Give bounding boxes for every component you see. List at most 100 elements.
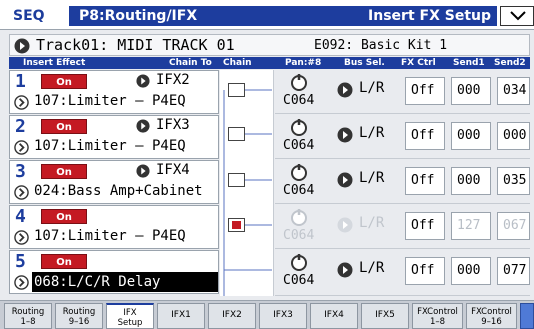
fx-ctrl-field[interactable]: Off [405,167,445,195]
pan-knob-icon[interactable] [290,253,308,271]
send2-field[interactable]: 000 [497,122,530,150]
send1-field[interactable]: 000 [451,122,491,150]
send1-field[interactable]: 000 [451,77,491,105]
popup-arrow-icon [14,185,29,200]
bus-select[interactable]: L/R [359,125,384,141]
tab-ifx5[interactable]: IFX5 [361,303,409,329]
tab-ifx4[interactable]: IFX4 [310,303,358,329]
popup-arrow-icon [136,74,150,88]
popup-arrow-icon [337,82,353,98]
pan-value[interactable]: C064 [283,93,314,108]
ifx-on-button[interactable]: On [41,74,87,89]
ifx-on-button[interactable]: On [41,209,87,224]
tab-fxcontrol-1-8[interactable]: FXControl 1–8 [412,303,463,329]
chain-toggle-1[interactable] [228,83,245,97]
tab-ifx2[interactable]: IFX2 [208,303,256,329]
tab-routing-9-16[interactable]: Routing 9–16 [55,303,103,329]
ifx-params-row-5: C064 L/R Off 000 077 [275,250,530,296]
bus-select[interactable]: L/R [359,170,384,186]
section-title: Insert FX Setup [368,8,491,24]
ifx-on-button[interactable]: On [41,119,87,134]
fx-ctrl-field[interactable]: Off [405,257,445,285]
page-title: P8:Routing/IFX [79,8,198,24]
header-send2: Send2 [494,58,526,68]
slot-number: 4 [15,206,26,227]
tab-label: IFX5 [375,310,395,320]
track-select-row[interactable]: Track01: MIDI TRACK 01 E092: Basic Kit 1 [9,34,530,56]
fx-ctrl-field[interactable]: Off [405,122,445,150]
ifx-on-button[interactable]: On [41,254,87,269]
effect-select[interactable]: 024:Bass Amp+Cabinet [34,183,203,199]
send1-field[interactable]: 000 [451,257,491,285]
effect-select[interactable]: 107:Limiter – P4EQ [34,228,186,244]
bus-select[interactable]: L/R [359,260,384,276]
ifx-params-row-4: C064 L/R Off 127 067 [275,205,530,249]
pan-knob-icon[interactable] [290,163,308,181]
chain-to-select[interactable]: IFX3 [136,117,190,133]
popup-arrow-icon [136,164,150,178]
program-name: E092: Basic Kit 1 [314,38,448,53]
ifx-on-button[interactable]: On [41,164,87,179]
chain-to-value: IFX2 [156,72,190,88]
tab-ifx-setup[interactable]: IFX Setup [106,303,154,329]
page-menu-button[interactable] [500,6,534,26]
header-insert-effect: Insert Effect [23,58,86,68]
pan-knob-icon[interactable] [290,118,308,136]
popup-arrow-icon [14,38,30,54]
send2-field[interactable]: 077 [497,257,530,285]
header-bus-sel: Bus Sel. [344,58,385,68]
pan-value[interactable]: C064 [283,183,314,198]
ifx-params-row-1: C064 L/R Off 000 034 [275,70,530,114]
bus-select[interactable]: L/R [359,80,384,96]
tab-routing-1-8[interactable]: Routing 1–8 [4,303,52,329]
chain-toggle-2[interactable] [228,127,245,141]
page-title-bar: P8:Routing/IFX Insert FX Setup [69,6,497,26]
chain-toggle-4[interactable] [228,218,245,232]
send2-field[interactable]: 034 [497,77,530,105]
tab-sublabel: 9–16 [481,317,502,327]
title-bar: SEQ P8:Routing/IFX Insert FX Setup [0,0,534,30]
fx-ctrl-field[interactable]: Off [405,77,445,105]
popup-arrow-icon [14,140,29,155]
tab-scroll-right[interactable] [520,303,534,329]
chain-to-select[interactable]: IFX2 [136,72,190,88]
chain-to-select[interactable]: IFX4 [136,162,190,178]
mode-label: SEQ [13,8,45,24]
chevron-down-icon [510,11,526,21]
fx-ctrl-field[interactable]: Off [405,212,445,240]
header-pan: Pan:#8 [285,58,322,68]
slot-number: 5 [15,251,26,272]
tab-label: IFX [123,308,137,318]
effect-select[interactable]: 107:Limiter – P4EQ [34,93,186,109]
send1-field: 127 [451,212,491,240]
tab-sublabel: 1–8 [429,317,446,327]
send2-field[interactable]: 035 [497,167,530,195]
slot-number: 3 [15,161,26,182]
tab-ifx3[interactable]: IFX3 [259,303,307,329]
track-name: Track01: MIDI TRACK 01 [36,36,235,54]
effect-select-selected[interactable]: 068:L/C/R Delay [32,272,218,292]
ifx-slot-4: 4 On 107:Limiter – P4EQ [9,205,219,249]
chain-column [220,70,274,296]
tab-label: FXControl [471,307,512,317]
pan-value[interactable]: C064 [283,138,314,153]
header-chain-to: Chain To [169,58,212,68]
slot-number: 1 [15,71,26,92]
pan-value[interactable]: C064 [283,273,314,288]
header-send1: Send1 [453,58,485,68]
send2-field: 067 [497,212,530,240]
popup-arrow-icon [136,119,150,133]
tab-label: IFX4 [324,310,344,320]
pan-knob-icon[interactable] [290,73,308,91]
send1-field[interactable]: 000 [451,167,491,195]
popup-arrow-icon [14,230,29,245]
ifx-slot-3: 3 On IFX4 024:Bass Amp+Cabinet [9,160,219,204]
popup-arrow-icon [337,127,353,143]
tab-sublabel: 1–8 [20,317,36,327]
tab-label: FXControl [417,307,458,317]
tab-ifx1[interactable]: IFX1 [157,303,205,329]
header-chain: Chain [223,58,252,68]
tab-fxcontrol-9-16[interactable]: FXControl 9–16 [466,303,517,329]
effect-select[interactable]: 107:Limiter – P4EQ [34,138,186,154]
chain-toggle-3[interactable] [228,173,245,187]
